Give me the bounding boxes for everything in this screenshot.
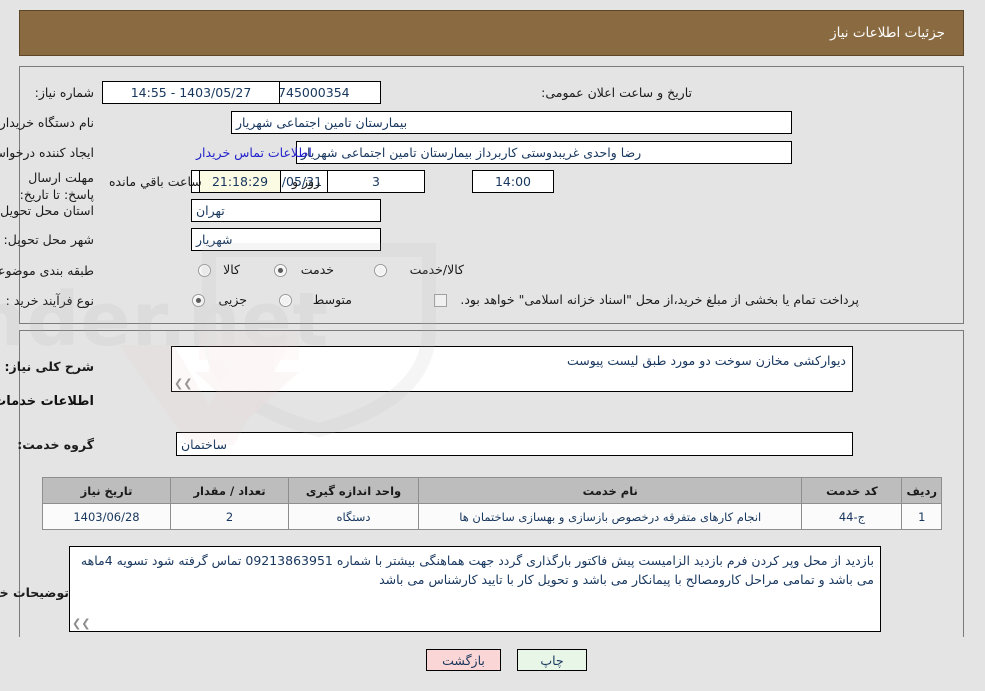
countdown-suffix-label: ساعت باقي مانده: [110, 174, 203, 189]
request-creator-value: رضا واحدی غریبدوستی کاربرداز بیمارستان ت…: [297, 141, 793, 164]
buyer-org-value: بیمارستان تامین اجتماعی شهریار: [232, 111, 793, 134]
radio-process-minor-label: جزیی: [219, 292, 248, 307]
back-button[interactable]: بازگشت: [427, 649, 502, 671]
table-header-row: ردیف کد خدمت نام خدمت واحد اندازه گیری ت…: [43, 477, 943, 504]
cell-name: انجام کارهای متفرقه درخصوص بازسازی و بهس…: [418, 503, 804, 530]
remaining-days-value: 3: [328, 170, 426, 193]
announce-datetime-label: تاریخ و ساعت اعلان عمومی:: [542, 85, 693, 100]
service-group-label: گروه خدمت:: [18, 437, 95, 452]
radio-process-medium[interactable]: [280, 294, 293, 307]
buyer-notes-value: بازدید از محل وپر کردن فرم بازدید الزامی…: [81, 553, 875, 588]
cell-unit: دستگاه: [289, 503, 420, 530]
cell-code: ج-44: [802, 503, 904, 530]
col-unit: واحد اندازه گیری: [289, 477, 420, 504]
delivery-province-value: تهران: [192, 199, 382, 222]
purchase-process-label: نوع فرآیند خرید :: [6, 293, 95, 308]
resize-grip-icon[interactable]: ❮❮: [175, 377, 193, 390]
response-deadline-label: مهلت ارسال پاسخ: تا تاریخ:: [20, 170, 95, 202]
countdown-timer-value: 21:18:29: [200, 170, 282, 193]
request-creator-label: ایجاد کننده درخواست:: [0, 145, 95, 160]
general-description-textarea[interactable]: دیوارکشی مخازن سوخت دو مورد طبق لیست پیو…: [172, 346, 854, 392]
delivery-province-label: استان محل تحویل:: [0, 203, 95, 218]
radio-category-goods-service-label: کالا/خدمت: [410, 262, 465, 277]
cell-date: 1403/06/28: [43, 503, 172, 530]
general-info-panel: [20, 66, 965, 324]
checkbox-islamic-treasury-bonds[interactable]: [435, 294, 448, 307]
cell-row: 1: [902, 503, 943, 530]
buyer-org-label: نام دستگاه خریدار:: [0, 115, 95, 130]
page-title: جزئیات اطلاعات نیاز: [831, 25, 946, 41]
table-row: 1 ج-44 انجام کارهای متفرقه درخصوص بازساز…: [43, 503, 943, 530]
col-date: تاریخ نیاز: [43, 477, 172, 504]
general-description-label: شرح کلی نیاز:: [5, 359, 95, 374]
subject-category-label: طبقه بندی موضوعی:: [0, 263, 95, 278]
need-details-page: جزئیات اطلاعات نیاز شماره نیاز: 11030917…: [0, 0, 985, 691]
services-table: ردیف کد خدمت نام خدمت واحد اندازه گیری ت…: [43, 477, 943, 530]
col-name: نام خدمت: [418, 477, 804, 504]
buyer-contact-link[interactable]: اطلاعات تماس خریدار: [197, 145, 313, 160]
announce-datetime-value: 1403/05/27 - 14:55: [103, 81, 281, 104]
radio-process-medium-label: متوسط: [313, 292, 353, 307]
buyer-notes-label: توضیحات خریدار:: [0, 585, 70, 600]
service-group-value: ساختمان: [177, 432, 854, 456]
radio-category-service[interactable]: [275, 264, 288, 277]
col-row: ردیف: [902, 477, 943, 504]
buyer-notes-textarea[interactable]: بازدید از محل وپر کردن فرم بازدید الزامی…: [70, 546, 882, 632]
page-header-bar: جزئیات اطلاعات نیاز: [20, 10, 965, 56]
col-code: کد خدمت: [802, 477, 904, 504]
print-button[interactable]: چاپ: [518, 649, 588, 671]
radio-category-goods-service[interactable]: [375, 264, 388, 277]
col-quantity: تعداد / مقدار: [171, 477, 290, 504]
need-number-label: شماره نیاز:: [35, 85, 95, 100]
days-suffix-label: روز و: [293, 174, 322, 189]
services-section-title: اطلاعات خدمات مورد نیاز: [0, 394, 95, 409]
delivery-city-label: شهر محل تحویل:: [4, 232, 95, 247]
deadline-time-value: 14:00: [473, 170, 555, 193]
radio-category-goods-label: کالا: [224, 262, 241, 277]
radio-process-minor[interactable]: [193, 294, 206, 307]
general-description-value: دیوارکشی مخازن سوخت دو مورد طبق لیست پیو…: [567, 353, 847, 368]
islamic-treasury-note-label: پرداخت تمام یا بخشی از مبلغ خرید،از محل …: [461, 292, 860, 307]
cell-quantity: 2: [171, 503, 290, 530]
resize-grip-icon-notes[interactable]: ❮❮: [73, 617, 91, 630]
radio-category-goods[interactable]: [199, 264, 212, 277]
delivery-city-value: شهریار: [192, 228, 382, 251]
radio-category-service-label: خدمت: [301, 262, 335, 277]
